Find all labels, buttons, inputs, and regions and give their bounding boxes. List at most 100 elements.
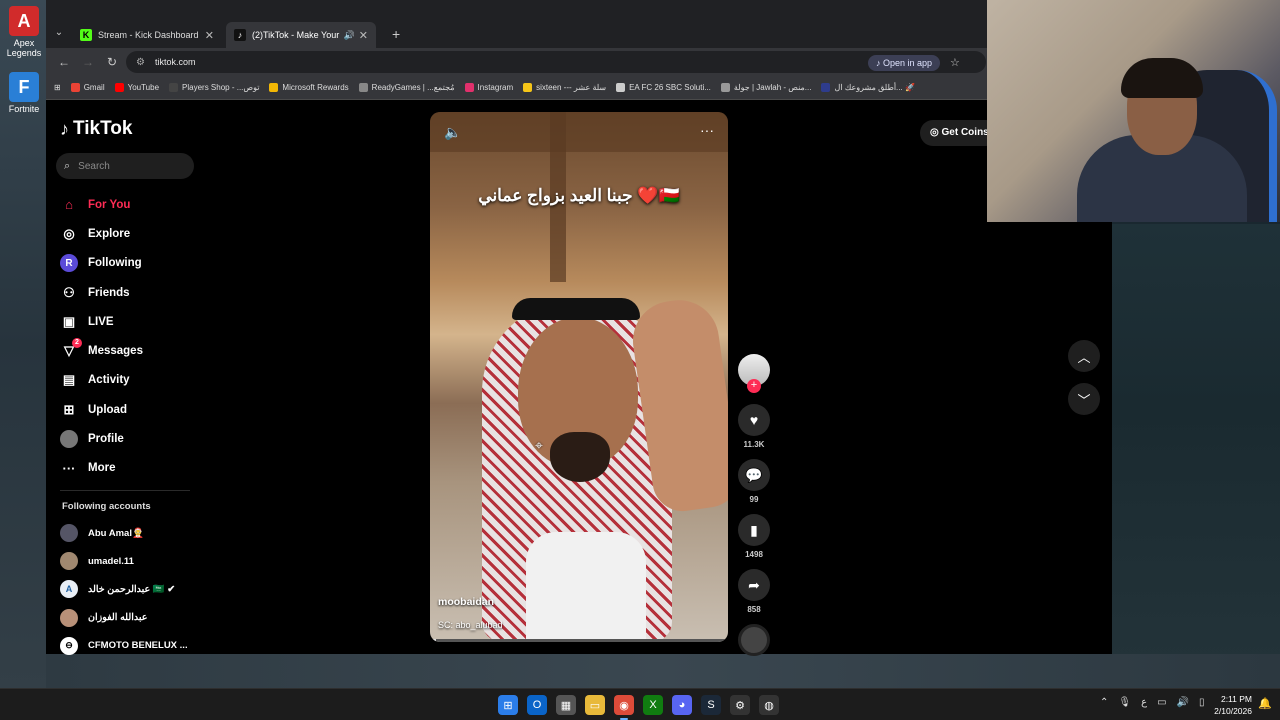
desktop-bottom-area: [46, 654, 1280, 688]
bookmark-gmail[interactable]: Gmail: [70, 83, 105, 92]
bookmark-jawlah[interactable]: جولة | Jawlah - منص...: [720, 83, 811, 92]
like-button[interactable]: ♥: [738, 404, 770, 436]
eafc-icon: [616, 83, 626, 92]
account-name: CFMOTO BENELUX ...: [88, 640, 188, 652]
bookmark-microsoft-rewards[interactable]: Microsoft Rewards: [269, 83, 349, 92]
bookmark-sixteen[interactable]: sixteen --- سلة عشر: [523, 83, 606, 92]
sidebar-item-explore[interactable]: ◎ Explore: [60, 219, 210, 248]
save-count: 1498: [745, 550, 763, 559]
home-icon: ⌂: [65, 197, 73, 213]
bookmark-readygames[interactable]: ReadyGames | ...مُجتمع: [358, 83, 455, 92]
video-progress-fill: [430, 639, 436, 642]
video-author[interactable]: moobaidan: [438, 596, 494, 608]
share-button[interactable]: ➦: [738, 569, 770, 601]
start-windows-icon[interactable]: ⊞: [498, 695, 518, 715]
account-name: umadel.11: [88, 555, 134, 567]
chrome-icon[interactable]: ◉: [614, 695, 634, 720]
battery-icon[interactable]: ▯: [1199, 697, 1205, 708]
previous-video-button[interactable]: ︿: [1068, 340, 1100, 372]
language-indicator[interactable]: ع: [1141, 697, 1147, 708]
account-name: عبدالله الفوزان: [88, 612, 148, 624]
forward-icon[interactable]: →: [78, 55, 98, 69]
tab-search-icon[interactable]: ⌄: [52, 26, 66, 40]
site-info-icon[interactable]: ⚙: [136, 57, 145, 68]
bookmark-star-icon[interactable]: ☆: [950, 56, 960, 69]
bookmark-launch[interactable]: أطلق مشروعك ال... 🚀: [821, 83, 915, 92]
bookmark-players-shop[interactable]: Players Shop - ...توص: [169, 83, 259, 92]
tiktok-logo[interactable]: ♪ TikTok: [60, 118, 132, 140]
profile-icon: [60, 430, 78, 449]
video-sound[interactable]: SC: abo_alubad: [438, 620, 503, 630]
instagram-icon: [464, 83, 474, 92]
following-account-item[interactable]: A عبدالرحمن خالد 🇸🇦 ✔: [60, 575, 230, 603]
next-video-button[interactable]: ﹀: [1068, 383, 1100, 415]
sidebar-item-following[interactable]: R Following: [60, 249, 210, 278]
sidebar-item-messages[interactable]: ▽ 2 Messages: [60, 336, 210, 365]
sidebar-item-upload[interactable]: ⊞ Upload: [60, 395, 210, 424]
close-tab-icon[interactable]: ✕: [205, 29, 214, 42]
sidebar-item-activity[interactable]: ▤ Activity: [60, 366, 210, 395]
tray-chevron-up-icon[interactable]: ⌃: [1100, 697, 1108, 708]
heart-icon: ♥: [749, 412, 759, 428]
chevron-down-icon: ﹀: [1077, 392, 1091, 408]
creator-avatar[interactable]: +: [738, 354, 770, 393]
store-icon[interactable]: ▦: [556, 695, 576, 715]
volume-icon[interactable]: 🔊: [1177, 697, 1189, 708]
taskbar-clock[interactable]: 2:11 PM 2/10/2026: [1210, 693, 1252, 717]
comment-icon: 💬: [745, 466, 763, 483]
microphone-icon[interactable]: 🎙: [1118, 697, 1131, 708]
outlook-icon[interactable]: O: [527, 695, 547, 715]
file-explorer-icon[interactable]: ▭: [585, 695, 605, 715]
following-account-item[interactable]: Abu Amal🤶: [60, 519, 230, 547]
video-progress-bar[interactable]: [430, 639, 728, 642]
tab-kick[interactable]: K Stream - Kick Dashboard ✕: [72, 22, 222, 48]
search-placeholder: Search: [78, 160, 110, 172]
url-input[interactable]: ⚙ tiktok.com: [126, 51, 986, 73]
sidebar-item-more[interactable]: ··· More: [60, 454, 210, 483]
reload-icon[interactable]: ↻: [102, 55, 122, 69]
music-disc-icon[interactable]: [738, 624, 770, 656]
following-account-item[interactable]: umadel.11: [60, 547, 230, 575]
bookmark-youtube[interactable]: YouTube: [114, 83, 160, 92]
bookmark-instagram[interactable]: Instagram: [464, 83, 513, 92]
video-scene-thobe: [526, 532, 646, 642]
live-icon: ▣: [62, 313, 76, 329]
messages-badge: 2: [72, 338, 82, 349]
discord-icon[interactable]: ◕: [672, 695, 692, 715]
sidebar-item-friends[interactable]: ⚇ Friends: [60, 278, 210, 307]
bookmark-eafc[interactable]: EA FC 26 SBC Soluti...: [616, 83, 711, 92]
save-button[interactable]: ▮: [738, 514, 770, 546]
steam-icon[interactable]: S: [701, 695, 721, 715]
bookmark-label: Players Shop - ...توص: [182, 83, 260, 92]
desktop-icon-fortnite[interactable]: F Fortnite: [4, 72, 44, 114]
sidebar-item-live[interactable]: ▣ LIVE: [60, 307, 210, 336]
more-options-icon[interactable]: ···: [700, 122, 714, 138]
open-in-app-button[interactable]: ♪ Open in app: [868, 55, 941, 71]
search-input[interactable]: ⌕ Search: [56, 153, 194, 179]
gmail-icon: [70, 83, 80, 92]
settings-gear-icon[interactable]: ⚙: [730, 695, 750, 715]
share-icon: ➦: [748, 576, 760, 593]
sidebar-item-profile[interactable]: Profile: [60, 424, 210, 453]
tab-tiktok[interactable]: ♪ (2)TikTok - Make Your Day 🔊 ✕: [226, 22, 376, 48]
sidebar-item-label: Following: [88, 257, 142, 270]
following-account-item[interactable]: عبدالله الفوزان: [60, 604, 230, 632]
sidebar-divider: [60, 490, 190, 491]
video-player[interactable]: 🔈 ··· جبنا العيد بزواج عماني ❤️🇴🇲 moobai…: [430, 112, 728, 642]
app-icon[interactable]: ◍: [759, 695, 779, 715]
speaker-icon[interactable]: 🔊: [344, 30, 355, 41]
desktop-icon-apex[interactable]: A Apex Legends: [4, 6, 44, 58]
follow-plus-icon[interactable]: +: [747, 379, 761, 393]
sidebar-item-for-you[interactable]: ⌂ For You: [60, 190, 210, 219]
volume-icon[interactable]: 🔈: [444, 124, 461, 141]
comment-button[interactable]: 💬: [738, 459, 770, 491]
network-icon[interactable]: ▭: [1157, 697, 1166, 708]
notification-bell-icon[interactable]: 🔔: [1258, 697, 1272, 710]
back-icon[interactable]: ←: [54, 55, 74, 69]
xbox-icon[interactable]: X: [643, 695, 663, 715]
apps-grid-icon[interactable]: ⊞: [54, 83, 61, 92]
new-tab-button[interactable]: +: [392, 26, 400, 42]
following-account-item[interactable]: ⊖ CFMOTO BENELUX ...: [60, 632, 230, 660]
close-tab-icon[interactable]: ✕: [359, 29, 368, 42]
bookmark-label: YouTube: [127, 83, 160, 92]
